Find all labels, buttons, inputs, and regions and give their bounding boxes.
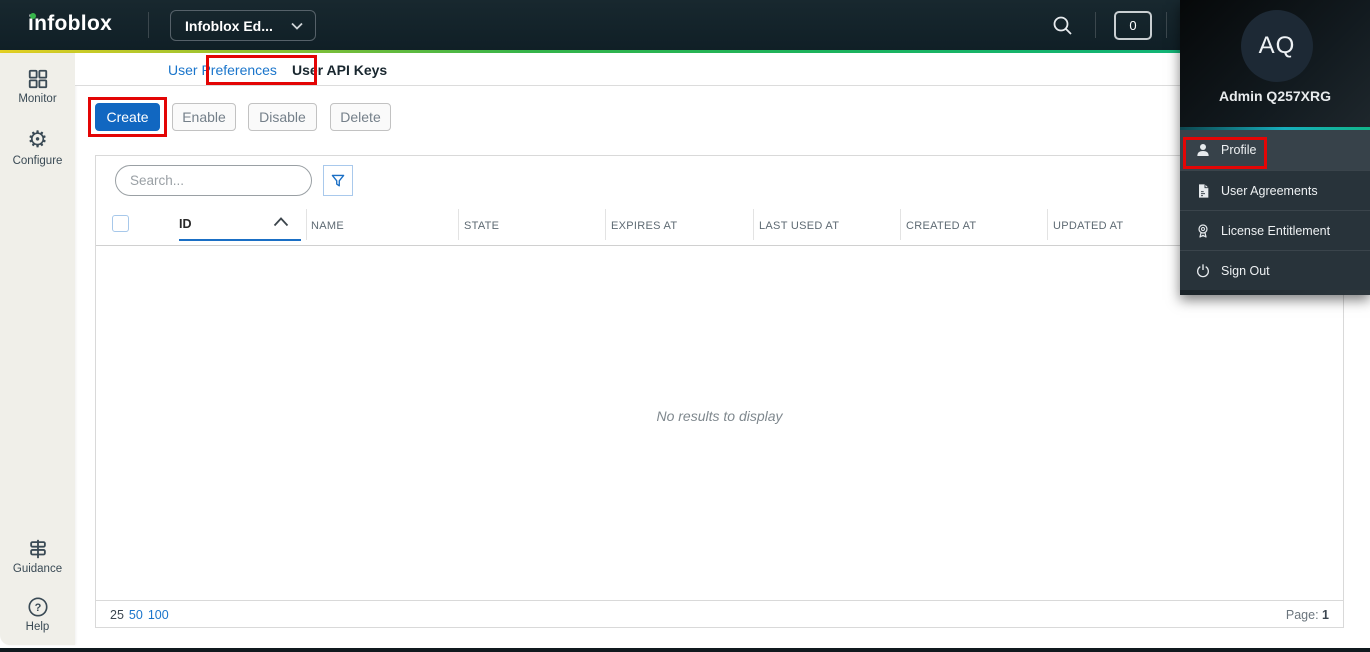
create-button[interactable]: Create bbox=[95, 103, 160, 131]
column-header-name[interactable]: NAME bbox=[311, 220, 344, 232]
document-icon bbox=[1195, 183, 1211, 199]
sidebar-item-label: Configure bbox=[13, 155, 63, 167]
sidebar-item-label: Guidance bbox=[13, 563, 62, 575]
avatar-initials: AQ bbox=[1259, 32, 1296, 60]
sidebar-item-help[interactable]: ? Help bbox=[0, 596, 75, 633]
avatar: AQ bbox=[1241, 10, 1313, 82]
user-account-panel: AQ Admin Q257XRG Profile User Agreements bbox=[1180, 0, 1370, 295]
signpost-icon bbox=[27, 538, 49, 560]
menu-item-label: User Agreements bbox=[1221, 184, 1318, 198]
badge-icon bbox=[1195, 223, 1211, 239]
global-search-button[interactable] bbox=[1051, 14, 1075, 38]
sort-ascending-icon bbox=[273, 217, 289, 227]
app-switcher-dropdown[interactable]: Infoblox Ed... bbox=[170, 10, 316, 41]
column-header-created-at[interactable]: CREATED AT bbox=[906, 220, 976, 232]
menu-item-sign-out[interactable]: Sign Out bbox=[1180, 250, 1370, 290]
enable-button[interactable]: Enable bbox=[172, 103, 236, 131]
column-header-last-used-at[interactable]: LAST USED AT bbox=[759, 220, 839, 232]
help-icon: ? bbox=[27, 596, 49, 618]
menu-item-label: Sign Out bbox=[1221, 264, 1270, 278]
table-footer: 25 50 100 Page: 1 bbox=[96, 600, 1343, 628]
sidebar-item-configure[interactable]: ⚙ Configure bbox=[0, 128, 75, 167]
menu-item-label: Profile bbox=[1221, 143, 1256, 157]
topbar-divider bbox=[148, 12, 149, 38]
power-icon bbox=[1195, 263, 1211, 279]
funnel-icon bbox=[330, 173, 346, 189]
app-switcher-label: Infoblox Ed... bbox=[185, 18, 273, 34]
user-menu: Profile User Agreements License Entitlem… bbox=[1180, 130, 1370, 290]
page-indicator: Page: 1 bbox=[1286, 608, 1329, 622]
page-label: Page: bbox=[1286, 608, 1319, 622]
chevron-down-icon bbox=[291, 22, 303, 30]
column-header-id[interactable]: ID bbox=[179, 217, 192, 231]
topbar-divider bbox=[1095, 12, 1096, 38]
column-header-updated-at[interactable]: UPDATED AT bbox=[1053, 220, 1123, 232]
disable-button[interactable]: Disable bbox=[248, 103, 317, 131]
sidebar-item-label: Help bbox=[26, 621, 50, 633]
notification-count: 0 bbox=[1129, 18, 1136, 33]
logo-green-dot-icon bbox=[30, 13, 36, 19]
menu-item-license-entitlement[interactable]: License Entitlement bbox=[1180, 210, 1370, 250]
table-header-row: ID NAME STATE EXPIRES AT LAST USED AT CR… bbox=[96, 204, 1343, 246]
tab-bar: User Preferences User API Keys bbox=[75, 53, 1370, 86]
menu-item-user-agreements[interactable]: User Agreements bbox=[1180, 170, 1370, 210]
menu-item-profile[interactable]: Profile bbox=[1180, 130, 1370, 170]
page-size-100[interactable]: 100 bbox=[148, 608, 169, 622]
tab-user-api-keys[interactable]: User API Keys bbox=[292, 53, 387, 86]
page-size-25[interactable]: 25 bbox=[110, 608, 124, 622]
sorted-column-underline bbox=[179, 239, 301, 241]
notification-counter[interactable]: 0 bbox=[1114, 11, 1152, 40]
tab-user-preferences[interactable]: User Preferences bbox=[168, 53, 277, 86]
user-name: Admin Q257XRG bbox=[1180, 88, 1370, 104]
column-separator bbox=[306, 209, 307, 240]
column-separator bbox=[900, 209, 901, 240]
page-size-50[interactable]: 50 bbox=[129, 608, 143, 622]
api-keys-table: ID NAME STATE EXPIRES AT LAST USED AT CR… bbox=[95, 155, 1344, 628]
column-separator bbox=[458, 209, 459, 240]
page-number: 1 bbox=[1322, 608, 1329, 622]
column-separator bbox=[1047, 209, 1048, 240]
column-separator bbox=[605, 209, 606, 240]
column-header-state[interactable]: STATE bbox=[464, 220, 499, 232]
gear-icon: ⚙ bbox=[0, 128, 75, 152]
filter-button[interactable] bbox=[323, 165, 353, 196]
grid-icon bbox=[27, 68, 49, 90]
person-icon bbox=[1195, 142, 1211, 158]
delete-button[interactable]: Delete bbox=[330, 103, 391, 131]
left-sidebar: Monitor ⚙ Configure Guidance ? Help bbox=[0, 53, 75, 645]
empty-table-message: No results to display bbox=[96, 408, 1343, 424]
svg-text:?: ? bbox=[34, 602, 41, 614]
infoblox-logo: infoblox bbox=[28, 12, 112, 36]
search-input[interactable] bbox=[115, 165, 312, 196]
column-header-expires-at[interactable]: EXPIRES AT bbox=[611, 220, 677, 232]
sidebar-item-monitor[interactable]: Monitor bbox=[0, 68, 75, 105]
sidebar-item-guidance[interactable]: Guidance bbox=[0, 538, 75, 575]
topbar-divider bbox=[1166, 12, 1167, 38]
select-all-checkbox[interactable] bbox=[112, 215, 129, 232]
top-navigation-bar: infoblox Infoblox Ed... 0 bbox=[0, 0, 1370, 50]
sidebar-item-label: Monitor bbox=[18, 93, 56, 105]
search-icon bbox=[1051, 14, 1075, 38]
column-separator bbox=[753, 209, 754, 240]
menu-item-label: License Entitlement bbox=[1221, 224, 1330, 238]
